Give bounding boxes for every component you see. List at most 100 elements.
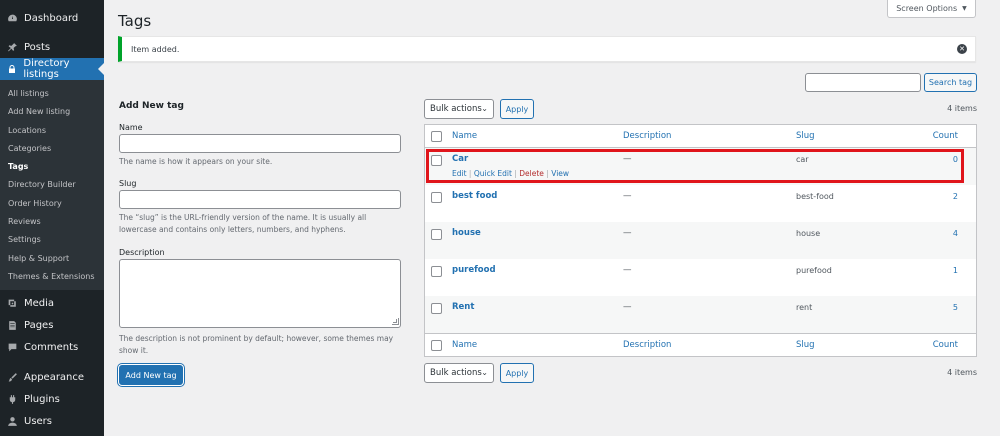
menu-posts[interactable]: Posts [0,36,104,58]
menu-label: Posts [24,41,51,53]
table-footer: Name Description Slug Count [425,333,976,356]
screen-options-button[interactable]: Screen Options ▼ [887,0,976,18]
submenu-locations[interactable]: Locations [0,122,104,140]
caret-down-icon: ▼ [962,5,967,12]
brush-icon [6,371,18,383]
tag-name-link[interactable]: house [452,228,481,238]
tag-description: — [623,154,632,164]
bulk-actions-select-bottom[interactable]: Bulk actions ⌄ [424,363,494,383]
bulk-actions-select-top[interactable]: Bulk actions ⌄ [424,99,494,119]
description-label: Description [119,248,165,257]
menu-label: Dashboard [24,12,79,24]
resize-handle-icon[interactable] [392,318,399,325]
dashboard-icon [6,12,18,24]
menu-comments[interactable]: Comments [0,336,104,358]
column-count-footer[interactable]: Count [933,340,958,350]
chevron-down-icon: ⌄ [481,104,488,113]
name-help-text: The name is how it appears on your site. [119,157,273,166]
submenu-settings[interactable]: Settings [0,231,104,249]
row-actions: Edit | Quick Edit | Delete | View [452,169,569,178]
plug-icon [6,393,18,405]
submenu-order-history[interactable]: Order History [0,195,104,213]
notice-text: Item added. [131,44,180,54]
tag-count-link[interactable]: 0 [953,155,958,164]
submenu-categories[interactable]: Categories [0,140,104,158]
tag-slug: best-food [796,192,834,201]
column-name-footer[interactable]: Name [452,340,477,350]
tag-name-link[interactable]: purefood [452,265,496,275]
separator: | [468,169,472,178]
column-description-footer[interactable]: Description [623,340,671,350]
pages-icon [6,319,18,331]
edit-link[interactable]: Edit [452,169,467,178]
apply-button-top[interactable]: Apply [500,99,534,119]
menu-directory-listings[interactable]: Directory listings [0,58,104,80]
menu-appearance[interactable]: Appearance [0,366,104,388]
select-all-checkbox[interactable] [431,131,442,142]
row-checkbox[interactable] [431,266,442,277]
media-icon [6,297,18,309]
separator: | [546,169,549,178]
submenu-themes-extensions[interactable]: Themes & Extensions [0,268,104,286]
tag-description: — [623,302,632,312]
submenu-directory-builder[interactable]: Directory Builder [0,176,104,194]
menu-label: Appearance [24,371,85,383]
submenu-add-new-listing[interactable]: Add New listing [0,103,104,121]
description-field[interactable] [119,259,401,328]
description-help-text: The description is not prominent by defa… [119,334,394,355]
tag-name-link[interactable]: Car [452,154,468,164]
table-row: best food — best-food 2 [425,185,976,222]
tag-slug: purefood [796,266,832,275]
menu-label: Plugins [24,393,60,405]
row-checkbox[interactable] [431,192,442,203]
tag-count-link[interactable]: 4 [953,229,958,238]
table-row: Car — car 0 Edit | Quick Edit | Delete |… [425,148,976,185]
column-slug-footer[interactable]: Slug [796,340,815,350]
lock-icon [6,63,17,75]
name-label: Name [119,123,143,132]
add-new-tag-heading: Add New tag [119,101,184,111]
search-tag-button[interactable]: Search tag [924,73,977,92]
tag-name-link[interactable]: best food [452,191,497,201]
select-all-checkbox-bottom[interactable] [431,340,442,351]
tag-name-link[interactable]: Rent [452,302,474,312]
table-row: house — house 4 [425,222,976,259]
pin-icon [6,41,18,53]
tag-slug: house [796,229,821,238]
quick-edit-link[interactable]: Quick Edit [474,169,512,178]
delete-link[interactable]: Delete [519,169,544,178]
tag-count-link[interactable]: 2 [953,192,958,201]
items-count-bottom: 4 items [947,368,977,377]
column-slug-header[interactable]: Slug [796,131,815,141]
add-new-tag-button[interactable]: Add New tag [119,365,183,385]
menu-media[interactable]: Media [0,292,104,314]
submenu-tags[interactable]: Tags [0,158,104,176]
apply-button-bottom[interactable]: Apply [500,363,534,383]
submenu-help-support[interactable]: Help & Support [0,250,104,268]
tag-count-link[interactable]: 5 [953,303,958,312]
submenu-all-listings[interactable]: All listings [0,85,104,103]
column-name-header[interactable]: Name [452,131,477,141]
user-icon [6,415,18,427]
row-checkbox[interactable] [431,155,442,166]
search-input[interactable] [805,73,921,92]
slug-help-text: The “slug” is the URL-friendly version o… [119,213,367,234]
screen-options-label: Screen Options [896,4,958,13]
menu-users[interactable]: Users [0,410,104,432]
row-checkbox[interactable] [431,229,442,240]
tag-count-link[interactable]: 1 [953,266,958,275]
admin-sidebar: Dashboard Posts Directory listings All l… [0,0,104,436]
table-row: purefood — purefood 1 [425,259,976,296]
menu-plugins[interactable]: Plugins [0,388,104,410]
submenu-reviews[interactable]: Reviews [0,213,104,231]
name-field[interactable] [119,134,401,153]
tags-table: Name Description Slug Count Car — car 0 … [424,124,977,357]
row-checkbox[interactable] [431,303,442,314]
dismiss-icon[interactable]: ✕ [957,44,967,54]
slug-field[interactable] [119,190,401,209]
column-description-header[interactable]: Description [623,131,671,141]
view-link[interactable]: View [551,169,569,178]
menu-pages[interactable]: Pages [0,314,104,336]
menu-dashboard[interactable]: Dashboard [0,7,104,29]
column-count-header[interactable]: Count [933,131,958,141]
